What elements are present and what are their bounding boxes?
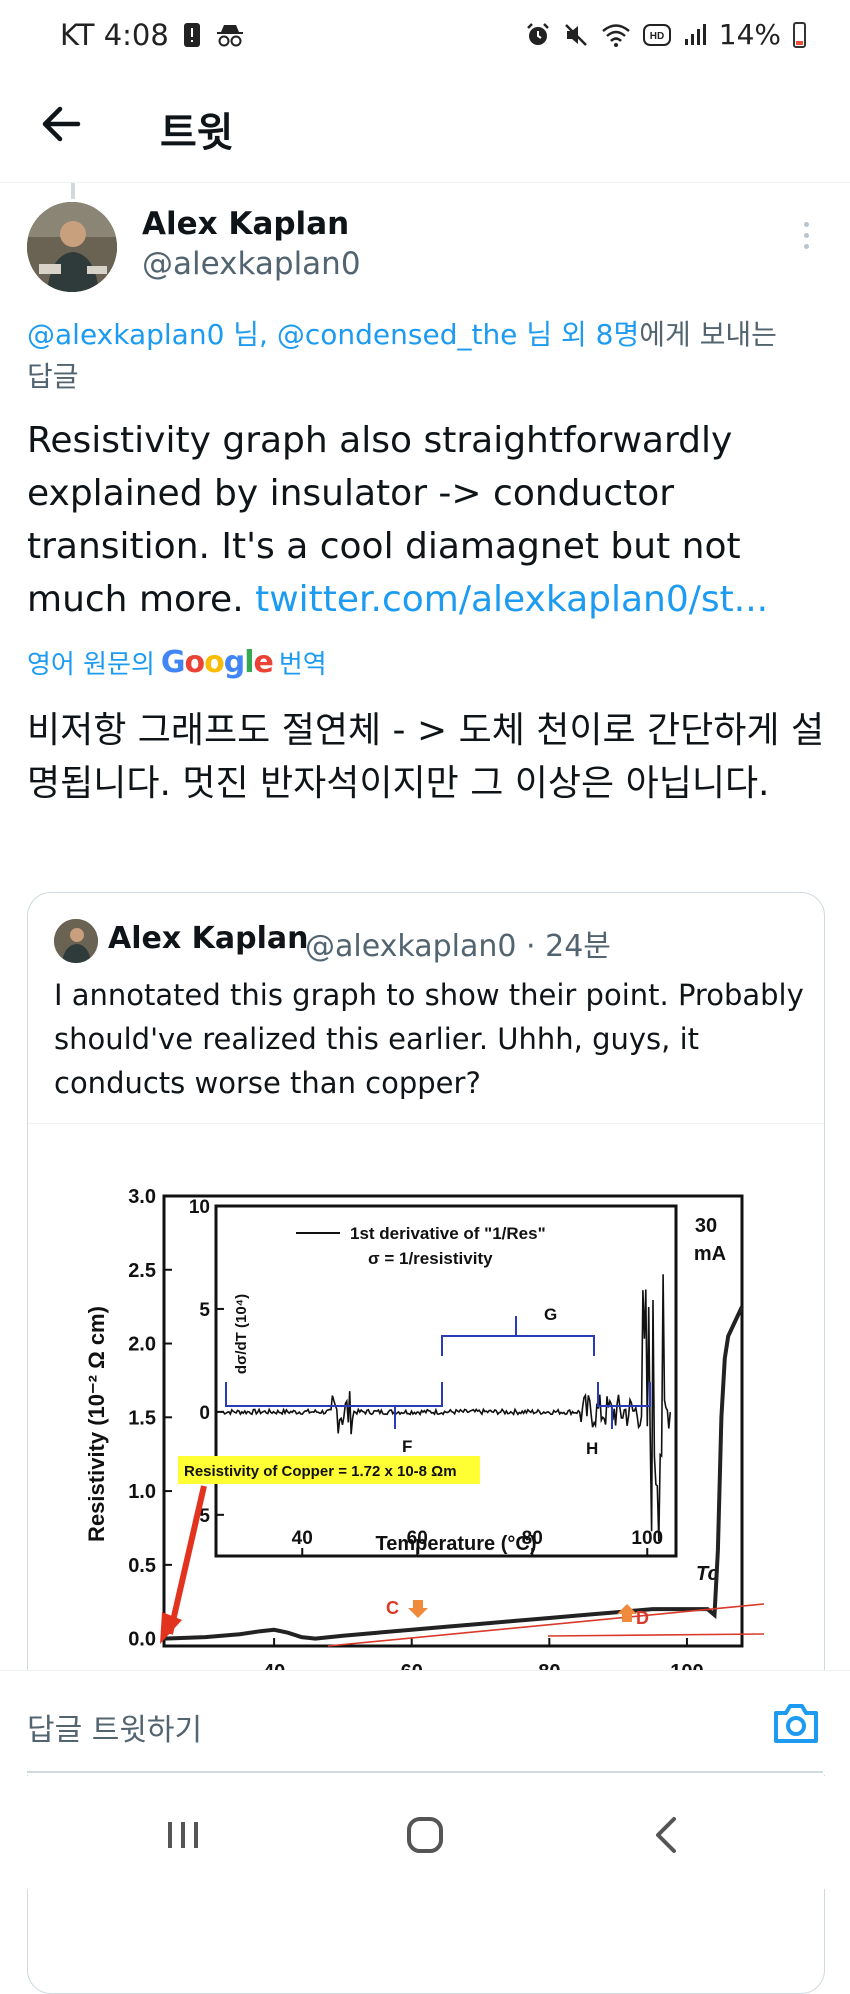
inset-xtick-label: 40 [292,1528,313,1549]
translate-suffix: 번역 [278,650,327,680]
battery-icon [793,21,806,48]
quote-avatar [54,919,98,963]
more-options-icon[interactable] [796,222,816,258]
translate-prefix: 영어 원문의 [27,650,155,680]
region-g: G [544,1305,557,1324]
reply-input[interactable]: 답글 트윗하기 [27,1705,202,1749]
alarm-icon [526,22,549,45]
camera-icon[interactable] [772,1701,820,1745]
nav-back-icon[interactable] [642,1810,692,1860]
annotation-c: C [386,1598,399,1618]
back-arrow-icon[interactable] [34,96,90,152]
translated-text: 비저항 그래프도 절연체 - > 도체 천이로 간단하게 설명됩니다. 멋진 반… [27,710,825,804]
system-nav-bar [0,1776,850,1889]
compose-underline [27,1771,823,1773]
inset-ytick-label: 10 [189,1197,210,1218]
avatar[interactable] [27,202,117,292]
thread-line [71,183,75,199]
hd-icon: HD [642,23,671,46]
google-logo: Google [160,645,274,680]
author-handle[interactable]: @alexkaplan0 [142,246,361,282]
status-bar: KT 4:08 HD 14% [0,0,850,72]
incognito-icon [216,25,243,47]
tweet-text: Resistivity graph also straightforwardly… [27,414,827,626]
wifi-icon [601,23,630,47]
svg-text:HD: HD [650,31,664,42]
alert-icon [183,23,200,47]
region-f: F [402,1437,412,1456]
mute-icon [564,23,587,46]
tweet-link[interactable]: twitter.com/alexkaplan0/st... [255,579,768,620]
translate-row[interactable]: 영어 원문의 Google 번역 [27,644,327,681]
region-h: H [586,1439,598,1458]
inset-ytick-label: 0 [199,1403,210,1424]
header: 트윗 [0,72,850,183]
home-icon[interactable] [400,1810,450,1860]
reply-compose-bar[interactable]: 답글 트윗하기 [0,1670,850,1775]
inset-xlabel: Temperature (°C) [376,1533,537,1555]
status-right: HD 14% [525,18,806,51]
inset-legend: 1st derivative of "1/Res" [350,1224,546,1243]
main-ytick-label: 1.0 [128,1481,156,1503]
signal-icon [684,23,706,45]
page-title: 트윗 [160,110,234,156]
carrier-time: KT 4:08 [60,18,169,52]
battery-percent: 14% [718,18,781,51]
corner-label-30: 30 [695,1215,717,1237]
status-left: KT 4:08 [60,18,245,52]
replying-to-link[interactable]: @alexkaplan0 님, @condensed_the 님 외 8명 [27,318,639,351]
inset-ylabel: dσ/dT (10⁴) [233,1294,250,1374]
copper-label: Resistivity of Copper = 1.72 x 10-8 Ωm [184,1463,457,1480]
main-ytick-label: 2.5 [128,1260,156,1282]
inset-ytick-label: 5 [199,1300,210,1321]
main-ytick-label: 3.0 [128,1186,156,1208]
replying-to: @alexkaplan0 님, @condensed_the 님 외 8명에게 … [27,314,807,398]
corner-label-ma: mA [694,1243,726,1265]
recent-apps-icon[interactable] [158,1810,208,1860]
main-ytick-label: 0.5 [128,1555,156,1577]
main-ytick-label: 0.0 [128,1629,156,1651]
inset-sigma-label: σ = 1/resistivity [368,1249,493,1268]
quote-text: I annotated this graph to show their poi… [54,978,804,1100]
annotation-d: D [636,1608,649,1628]
author-name[interactable]: Alex Kaplan [142,206,349,242]
resistivity-chart[interactable]: 0.00.51.01.52.02.53.0 406080100 Resistiv… [28,1124,824,1684]
main-ytick-label: 2.0 [128,1334,156,1356]
quote-author-name: Alex Kaplan [108,921,309,956]
quote-author-handle: @alexkaplan0 · 24분 [305,929,611,964]
main-ylabel: Resistivity (10⁻² Ω cm) [84,1306,109,1542]
main-ytick-label: 1.5 [128,1407,156,1429]
